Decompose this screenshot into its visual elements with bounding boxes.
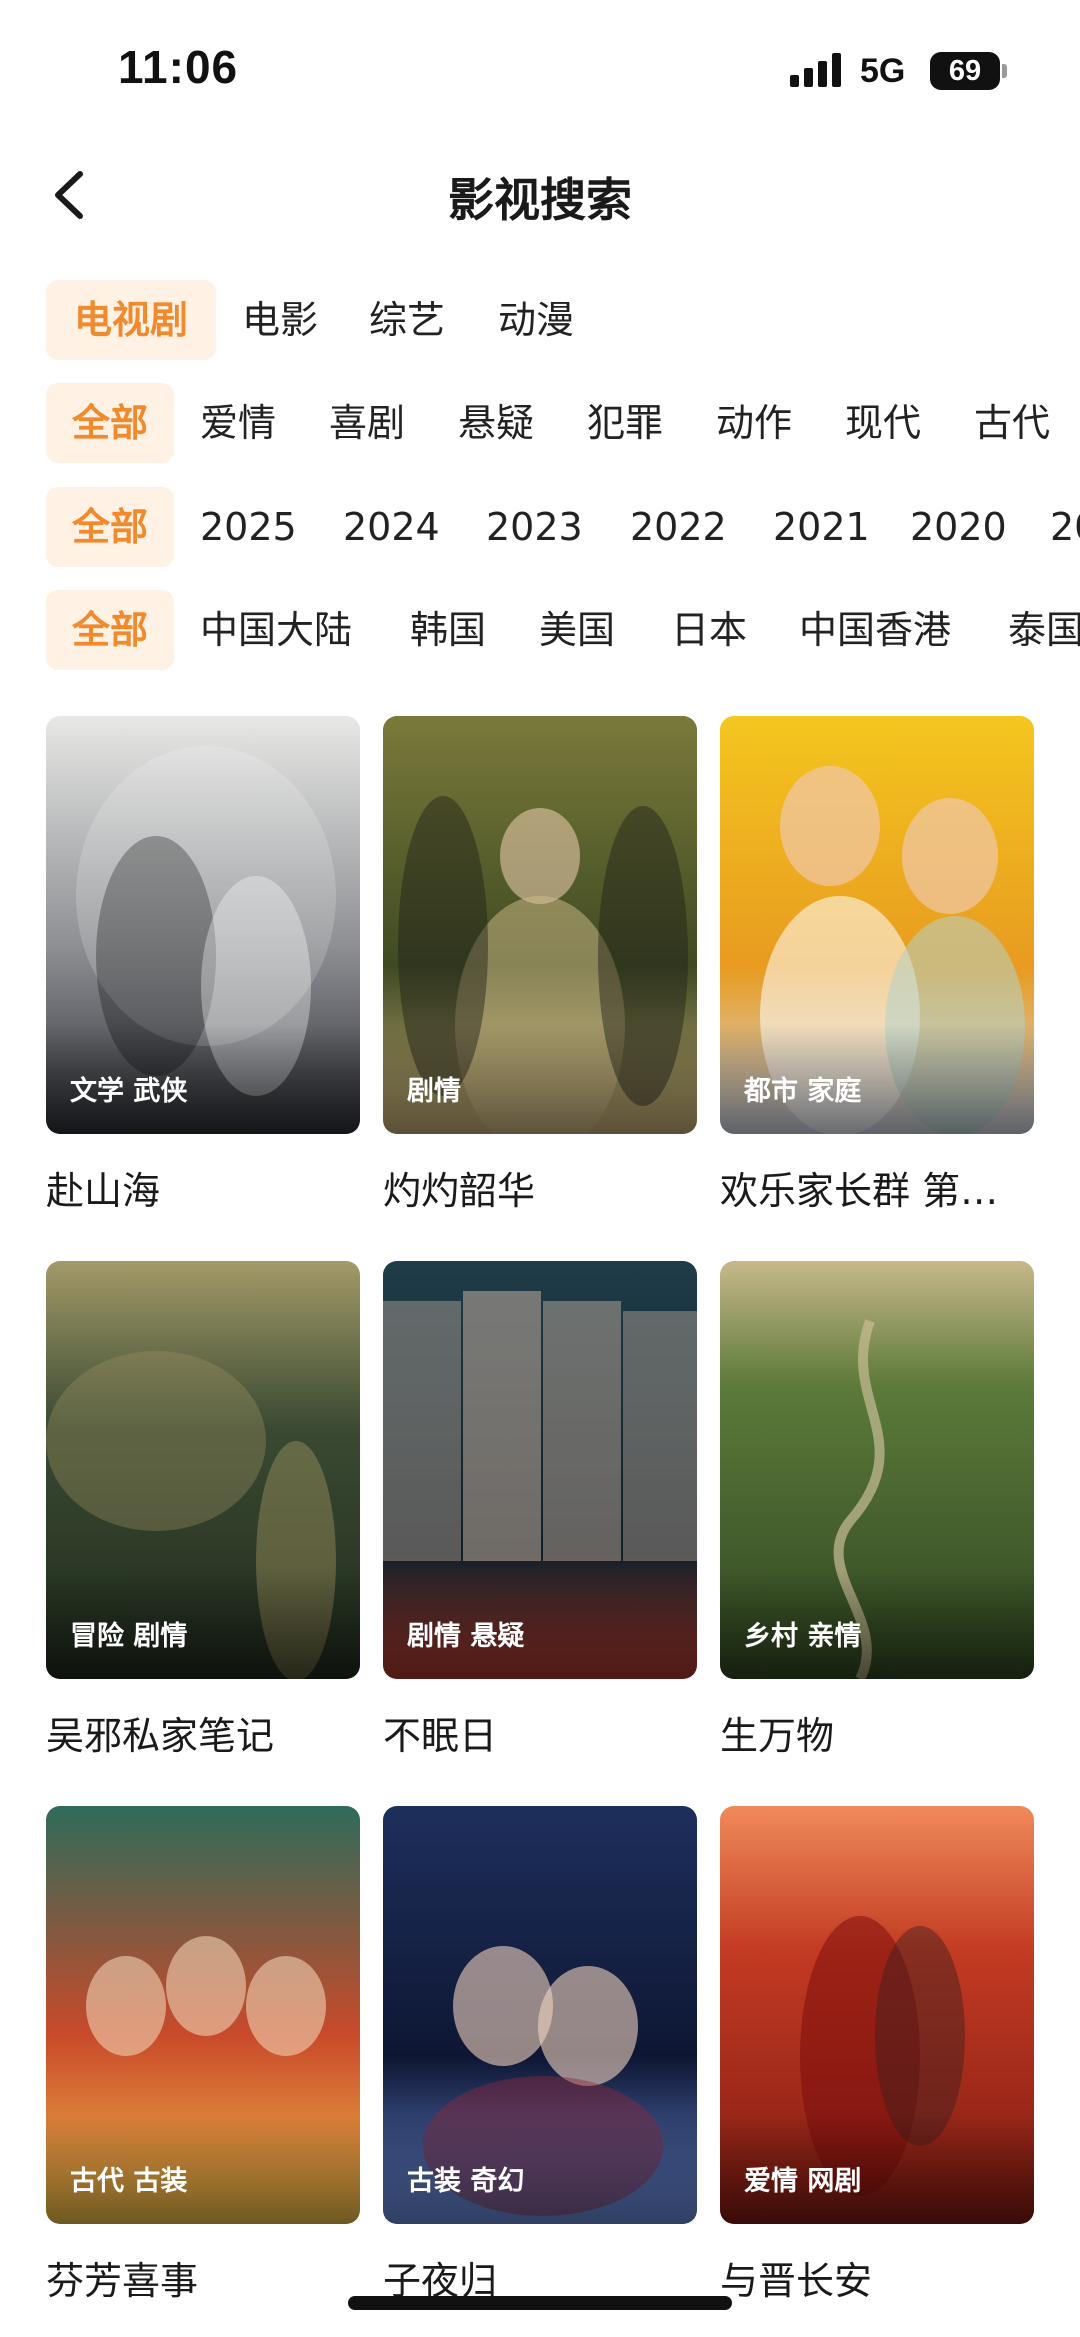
chip-region-thailand[interactable]: 泰国 bbox=[1008, 590, 1080, 670]
chip-genre-action[interactable]: 动作 bbox=[716, 383, 792, 463]
poster-tags: 爱情 网剧 bbox=[744, 2166, 862, 2197]
chip-region-usa[interactable]: 美国 bbox=[539, 590, 615, 670]
result-card[interactable]: 剧情 悬疑 不眠日 bbox=[383, 1261, 697, 1760]
chip-region-korea[interactable]: 韩国 bbox=[410, 590, 486, 670]
status-time: 11:06 bbox=[118, 41, 239, 93]
chip-region-hongkong[interactable]: 中国香港 bbox=[799, 590, 951, 670]
result-card[interactable]: 冒险 剧情 吴邪私家笔记 bbox=[46, 1261, 360, 1760]
chip-genre-crime[interactable]: 犯罪 bbox=[587, 383, 663, 463]
chip-genre-ancient[interactable]: 古代 bbox=[974, 383, 1050, 463]
chip-region-mainland[interactable]: 中国大陆 bbox=[200, 590, 352, 670]
poster-image[interactable]: 乡村 亲情 bbox=[720, 1261, 1034, 1679]
chip-genre-mystery[interactable]: 悬疑 bbox=[458, 383, 534, 463]
chip-year-2024[interactable]: 2024 bbox=[343, 487, 440, 567]
chip-type-tv[interactable]: 电视剧 bbox=[46, 280, 216, 360]
signal-strength-icon bbox=[790, 53, 841, 87]
page-title: 影视搜索 bbox=[448, 173, 632, 227]
poster-image[interactable]: 文学 武侠 bbox=[46, 716, 360, 1134]
chip-year-partial[interactable]: 20 bbox=[1050, 487, 1080, 567]
card-title[interactable]: 灼灼韶华 bbox=[383, 1160, 697, 1215]
result-card[interactable]: 乡村 亲情 生万物 bbox=[720, 1261, 1034, 1760]
poster-tags: 古装 奇幻 bbox=[407, 2166, 525, 2197]
battery-level: 69 bbox=[930, 52, 1000, 90]
poster-tags: 乡村 亲情 bbox=[744, 1621, 862, 1652]
status-bar: 11:06 5G 69 bbox=[0, 0, 1080, 140]
nav-bar: 影视搜索 bbox=[0, 140, 1080, 250]
card-title[interactable]: 不眠日 bbox=[383, 1705, 697, 1760]
poster-image[interactable]: 冒险 剧情 bbox=[46, 1261, 360, 1679]
chip-year-2025[interactable]: 2025 bbox=[200, 487, 297, 567]
chip-genre-modern[interactable]: 现代 bbox=[845, 383, 921, 463]
card-title[interactable]: 吴邪私家笔记 bbox=[46, 1705, 360, 1760]
card-title[interactable]: 芬芳喜事 bbox=[46, 2250, 360, 2305]
poster-image[interactable]: 古装 奇幻 bbox=[383, 1806, 697, 2224]
result-card[interactable]: 都市 家庭 欢乐家长群 第… bbox=[720, 716, 1034, 1215]
poster-image[interactable]: 剧情 悬疑 bbox=[383, 1261, 697, 1679]
poster-tags: 剧情 悬疑 bbox=[407, 1621, 525, 1652]
result-card[interactable]: 古装 奇幻 子夜归 bbox=[383, 1806, 697, 2305]
card-title[interactable]: 欢乐家长群 第… bbox=[720, 1160, 1034, 1215]
poster-image[interactable]: 爱情 网剧 bbox=[720, 1806, 1034, 2224]
poster-tags: 冒险 剧情 bbox=[70, 1621, 188, 1652]
poster-image[interactable]: 剧情 bbox=[383, 716, 697, 1134]
card-title[interactable]: 生万物 bbox=[720, 1705, 1034, 1760]
poster-tags: 都市 家庭 bbox=[744, 1076, 862, 1107]
result-card[interactable]: 古代 古装 芬芳喜事 bbox=[46, 1806, 360, 2305]
battery-tip bbox=[1002, 64, 1007, 78]
network-type: 5G bbox=[860, 52, 906, 90]
poster-image[interactable]: 古代 古装 bbox=[46, 1806, 360, 2224]
chip-genre-romance[interactable]: 爱情 bbox=[200, 383, 276, 463]
chip-type-anime[interactable]: 动漫 bbox=[498, 280, 574, 360]
filter-row-genre: 全部 爱情 喜剧 悬疑 犯罪 动作 现代 古代 bbox=[46, 383, 1080, 463]
filter-row-year: 全部 2025 2024 2023 2022 2021 2020 20 bbox=[46, 487, 1080, 567]
chip-type-movie[interactable]: 电影 bbox=[242, 280, 318, 360]
home-indicator[interactable] bbox=[348, 2296, 732, 2310]
chip-region-all[interactable]: 全部 bbox=[46, 590, 174, 670]
chip-region-japan[interactable]: 日本 bbox=[671, 590, 747, 670]
filter-row-type: 电视剧 电影 综艺 动漫 bbox=[46, 280, 1080, 360]
chip-genre-comedy[interactable]: 喜剧 bbox=[329, 383, 405, 463]
card-title[interactable]: 赴山海 bbox=[46, 1160, 360, 1215]
card-title[interactable]: 与晋长安 bbox=[720, 2250, 1034, 2305]
poster-tags: 文学 武侠 bbox=[70, 1076, 188, 1107]
chip-type-variety[interactable]: 综艺 bbox=[369, 280, 445, 360]
chip-year-2023[interactable]: 2023 bbox=[486, 487, 583, 567]
poster-image[interactable]: 都市 家庭 bbox=[720, 716, 1034, 1134]
result-card[interactable]: 文学 武侠 赴山海 bbox=[46, 716, 360, 1215]
battery-icon: 69 bbox=[930, 52, 1008, 90]
result-card[interactable]: 爱情 网剧 与晋长安 bbox=[720, 1806, 1034, 2305]
chip-year-2021[interactable]: 2021 bbox=[773, 487, 870, 567]
chip-genre-all[interactable]: 全部 bbox=[46, 383, 174, 463]
chip-year-2022[interactable]: 2022 bbox=[630, 487, 727, 567]
chip-year-all[interactable]: 全部 bbox=[46, 487, 174, 567]
result-card[interactable]: 剧情 灼灼韶华 bbox=[383, 716, 697, 1215]
poster-tags: 剧情 bbox=[407, 1076, 461, 1107]
chip-year-2020[interactable]: 2020 bbox=[910, 487, 1007, 567]
filter-row-region: 全部 中国大陆 韩国 美国 日本 中国香港 泰国 bbox=[46, 590, 1080, 670]
poster-tags: 古代 古装 bbox=[70, 2166, 188, 2197]
